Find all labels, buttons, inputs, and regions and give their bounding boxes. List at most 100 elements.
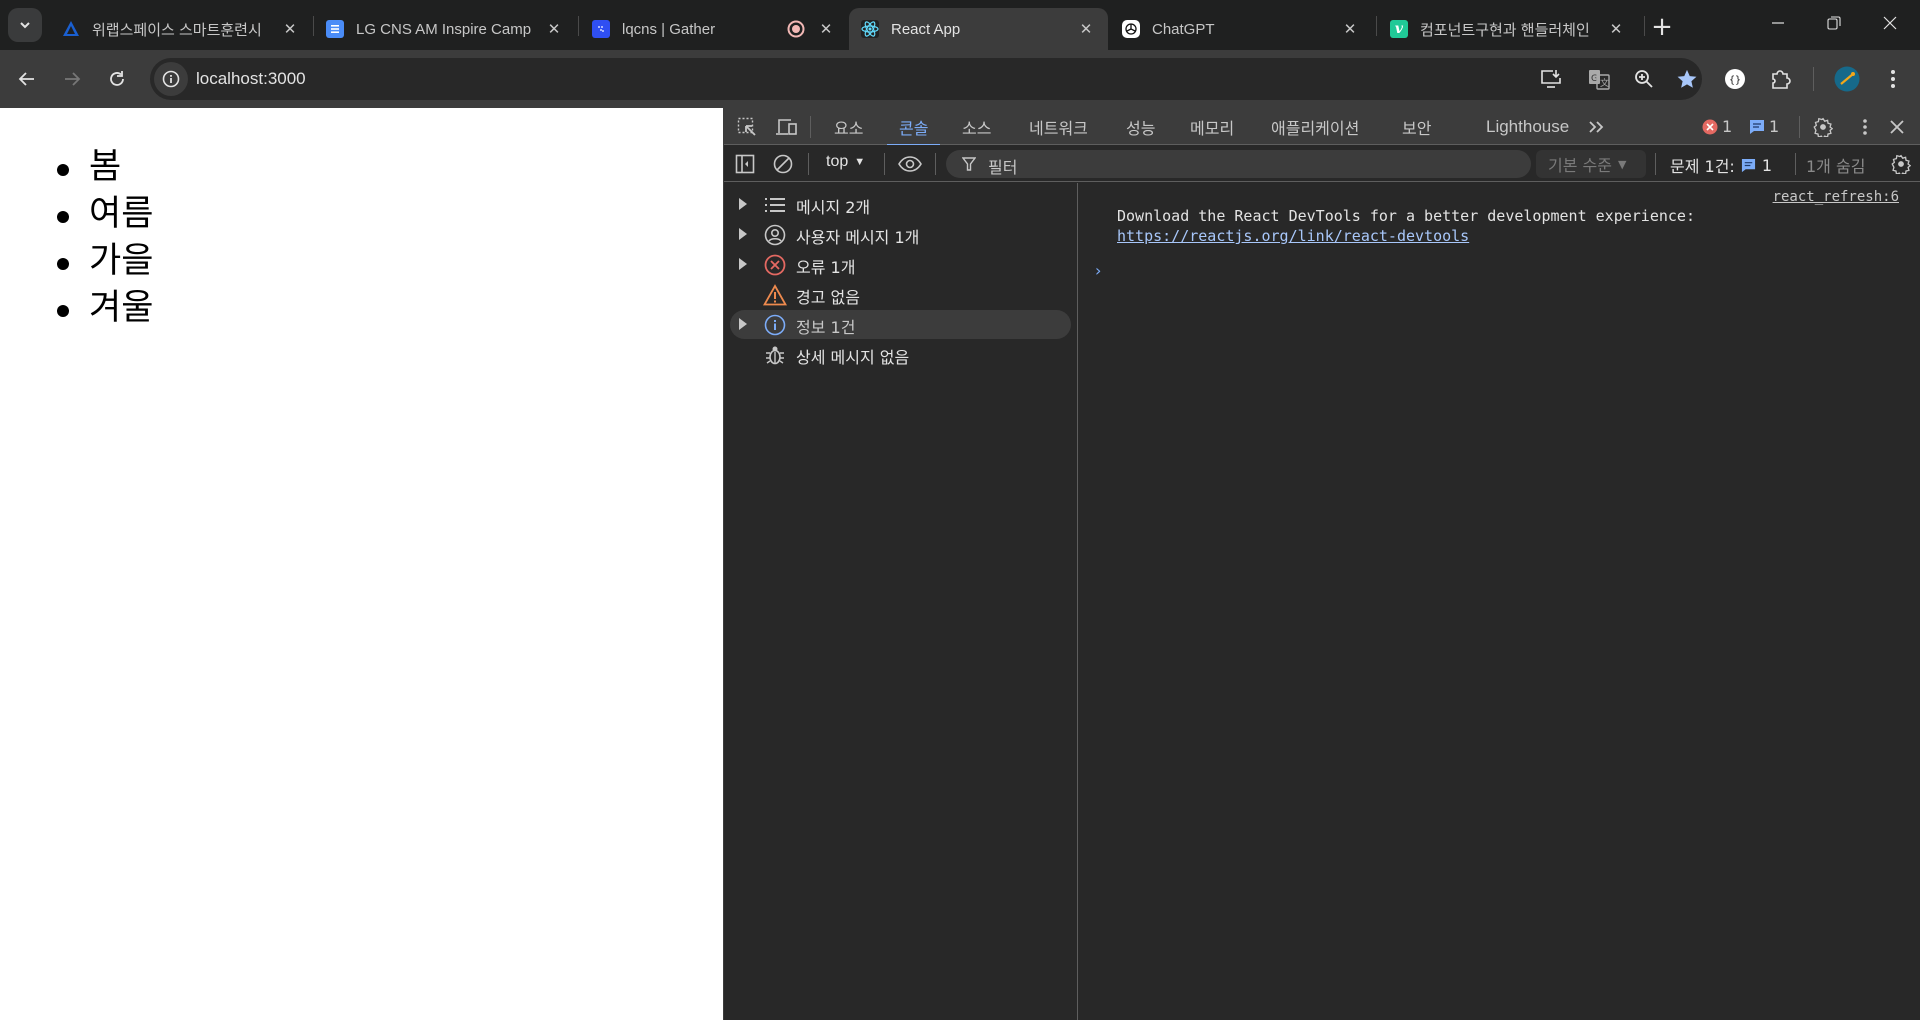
error-count: 1 xyxy=(1722,117,1733,136)
tab-strip: 위랩스페이스 스마트훈련시 ✕ LG CNS AM Inspire Camp ✕… xyxy=(0,0,1920,50)
profile-button[interactable] xyxy=(1830,62,1864,96)
star-icon xyxy=(1677,69,1697,88)
more-tabs-button[interactable] xyxy=(1584,114,1610,140)
sidebar-item-verbose[interactable]: 상세 메시지 없음 xyxy=(730,340,1071,369)
close-tab-icon[interactable]: ✕ xyxy=(816,19,836,39)
browser-tab[interactable]: ChatGPT ✕ xyxy=(1110,8,1372,50)
url-text[interactable]: localhost:3000 xyxy=(196,69,306,89)
sidebar-item-errors[interactable]: 오류 1개 xyxy=(730,250,1071,279)
bookmark-button[interactable] xyxy=(1672,64,1702,94)
toggle-sidebar-button[interactable] xyxy=(732,151,758,177)
issues-button[interactable]: 문제 1건: 1 xyxy=(1670,153,1772,177)
zoom-button[interactable] xyxy=(1629,64,1659,94)
tab-memory[interactable]: 메모리 xyxy=(1190,108,1234,145)
close-tab-icon[interactable]: ✕ xyxy=(1076,19,1096,39)
list-item: 겨울 xyxy=(55,285,153,332)
clear-console-button[interactable] xyxy=(770,151,796,177)
tab-lighthouse[interactable]: Lighthouse xyxy=(1486,108,1569,145)
avatar xyxy=(1834,66,1860,92)
message-text-block: Download the React DevTools for a better… xyxy=(1117,206,1695,246)
back-button[interactable] xyxy=(10,62,44,96)
sidebar-item-label: 상세 메시지 없음 xyxy=(796,348,910,367)
separator xyxy=(808,153,809,175)
tab-search-button[interactable] xyxy=(8,8,42,42)
tab-network[interactable]: 네트워크 xyxy=(1029,108,1088,145)
install-app-button[interactable] xyxy=(1536,64,1566,94)
dropdown-arrow-icon: ▼ xyxy=(1617,157,1627,171)
browser-tab[interactable]: v 컴포넌트구현과 핸들러체인 ✕ xyxy=(1378,8,1638,50)
restore-button[interactable] xyxy=(1806,0,1862,46)
inspect-icon xyxy=(737,117,756,136)
devtools-tab-bar: 요소 콘솔 소스 네트워크 성능 메모리 애플리케이션 보안 Lighthous… xyxy=(724,108,1920,146)
inspect-element-button[interactable] xyxy=(734,114,760,140)
tab-performance[interactable]: 성능 xyxy=(1126,108,1155,145)
svg-text:{}: {} xyxy=(1729,75,1741,86)
close-tab-icon[interactable]: ✕ xyxy=(280,19,300,39)
close-tab-icon[interactable]: ✕ xyxy=(544,19,564,39)
devtools-menu-button[interactable] xyxy=(1852,114,1878,140)
react-icon xyxy=(861,20,879,38)
sidebar-item-user-messages[interactable]: 사용자 메시지 1개 xyxy=(730,220,1071,249)
close-icon xyxy=(1883,16,1897,30)
browser-tab[interactable]: 위랩스페이스 스마트훈련시 ✕ xyxy=(50,8,312,50)
message-link[interactable]: https://reactjs.org/link/react-devtools xyxy=(1117,227,1469,245)
live-expression-button[interactable] xyxy=(897,151,923,177)
arrow-left-icon xyxy=(18,72,34,86)
expand-arrow-icon[interactable] xyxy=(739,318,747,330)
console-prompt-icon[interactable]: › xyxy=(1095,261,1101,280)
tab-title: 컴포넌트구현과 핸들러체인 xyxy=(1420,22,1590,39)
browser-tab[interactable]: lqcns | Gather ✕ xyxy=(580,8,848,50)
minimize-button[interactable] xyxy=(1750,0,1806,46)
hidden-count: 1개 숨김 xyxy=(1806,157,1866,176)
tab-title: lqcns | Gather xyxy=(622,21,716,38)
issues-label: 문제 1건: xyxy=(1670,157,1735,176)
devtools-settings-button[interactable] xyxy=(1810,114,1836,140)
filter-input[interactable]: 필터 xyxy=(946,150,1531,178)
expand-arrow-icon[interactable] xyxy=(739,198,747,210)
more-vertical-icon xyxy=(1891,70,1895,88)
expand-arrow-icon[interactable] xyxy=(739,228,747,240)
sidebar-item-label: 오류 1개 xyxy=(796,258,856,277)
close-tab-icon[interactable]: ✕ xyxy=(1340,19,1360,39)
sidebar-item-messages[interactable]: 메시지 2개 xyxy=(730,190,1071,219)
message-source-link[interactable]: react_refresh:6 xyxy=(1773,189,1899,205)
browser-menu-button[interactable] xyxy=(1876,62,1910,96)
context-selector[interactable]: top ▼ xyxy=(826,153,865,171)
tab-security[interactable]: 보안 xyxy=(1402,108,1431,145)
list-item: 봄 xyxy=(55,144,153,191)
tab-application[interactable]: 애플리케이션 xyxy=(1271,108,1359,145)
site-info-button[interactable] xyxy=(154,62,188,96)
info-icon xyxy=(763,313,787,337)
new-tab-button[interactable]: + xyxy=(1636,4,1688,50)
tab-sources[interactable]: 소스 xyxy=(962,108,991,145)
extensions-menu-button[interactable] xyxy=(1763,62,1797,96)
tab-console[interactable]: 콘솔 xyxy=(886,108,942,146)
console-output: react_refresh:6 Download the React DevTo… xyxy=(1079,183,1920,1020)
log-level-select[interactable]: 기본 수준 ▼ xyxy=(1536,150,1646,178)
info-count-button[interactable]: 1 xyxy=(1749,117,1779,136)
sidebar-item-info[interactable]: 정보 1건 xyxy=(730,310,1071,339)
extension-button[interactable]: {} xyxy=(1718,62,1752,96)
close-devtools-button[interactable] xyxy=(1884,114,1910,140)
info-icon xyxy=(162,70,180,88)
device-toolbar-button[interactable] xyxy=(773,114,799,140)
tab-elements[interactable]: 요소 xyxy=(834,108,863,145)
sidebar-item-label: 메시지 2개 xyxy=(796,198,871,217)
console-settings-button[interactable] xyxy=(1888,151,1914,177)
error-count-button[interactable]: 1 xyxy=(1702,117,1732,136)
close-window-button[interactable] xyxy=(1862,0,1918,46)
page-viewport: 봄 여름 가을 겨울 xyxy=(0,108,723,1020)
expand-arrow-icon[interactable] xyxy=(739,258,747,270)
forward-button[interactable] xyxy=(55,62,89,96)
tab-separator xyxy=(578,16,579,36)
tab-title: 위랩스페이스 스마트훈련시 xyxy=(92,22,262,39)
welabspace-logo-icon xyxy=(62,20,80,38)
sidebar-item-warnings[interactable]: 경고 없음 xyxy=(730,280,1071,309)
info-count: 1 xyxy=(1769,117,1780,136)
translate-button[interactable]: G文 xyxy=(1584,64,1614,94)
browser-tab[interactable]: LG CNS AM Inspire Camp ✕ xyxy=(314,8,576,50)
close-tab-icon[interactable]: ✕ xyxy=(1606,19,1626,39)
address-bar[interactable]: localhost:3000 G文 xyxy=(150,58,1702,100)
reload-button[interactable] xyxy=(100,62,134,96)
browser-tab-active[interactable]: React App ✕ xyxy=(849,8,1108,50)
